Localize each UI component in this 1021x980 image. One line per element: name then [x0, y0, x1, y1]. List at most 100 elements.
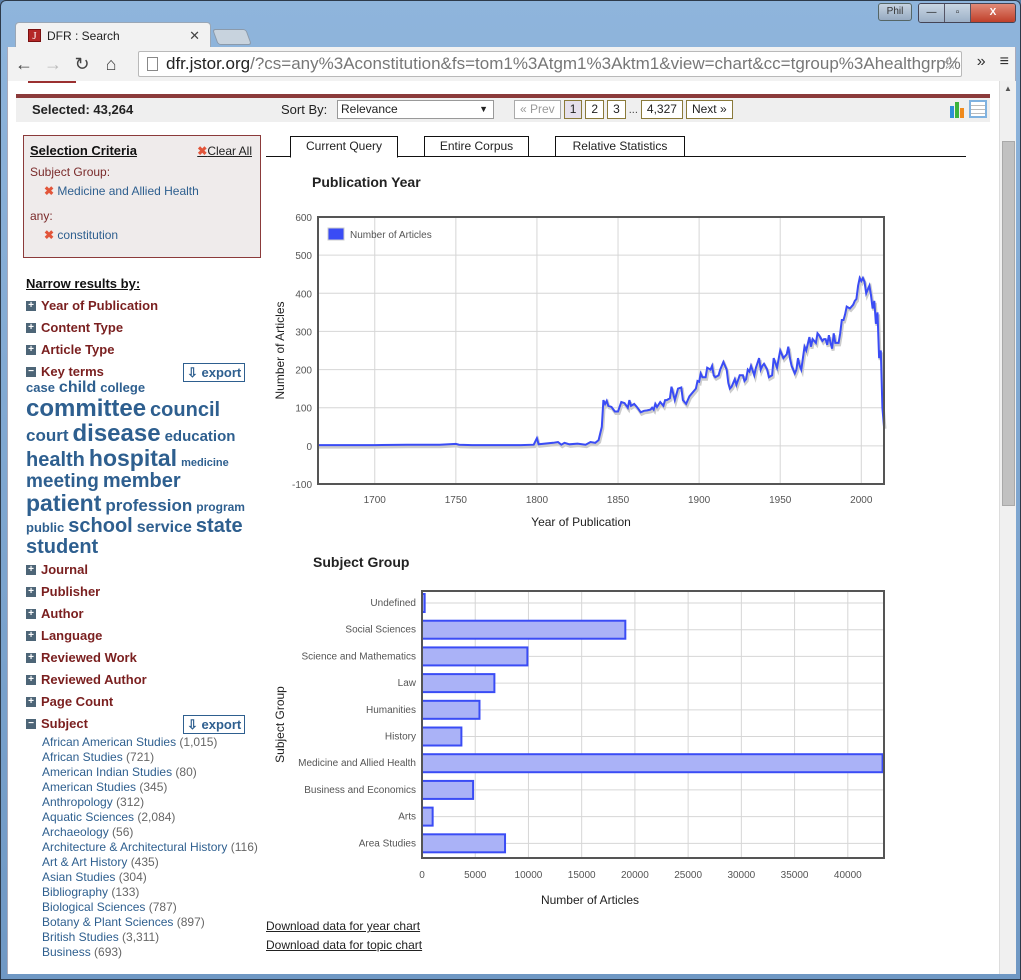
- criteria-subject-group-value: Medicine and Allied Health: [57, 184, 199, 198]
- tab-relative-statistics[interactable]: Relative Statistics: [555, 136, 685, 157]
- subject-list-item[interactable]: American Studies (345): [42, 780, 262, 795]
- key-term-link[interactable]: college: [100, 381, 145, 394]
- x-tick-label: 30000: [727, 870, 755, 881]
- subject-name: Business: [42, 945, 95, 959]
- facet-article-type[interactable]: + Article Type: [26, 342, 114, 357]
- bookmark-star-icon[interactable]: ☆: [942, 53, 958, 74]
- key-term-link[interactable]: public: [26, 521, 64, 534]
- facet-publisher[interactable]: + Publisher: [26, 584, 100, 599]
- address-bar[interactable]: dfr.jstor.org /?cs=any%3Aconstitution&fs…: [138, 51, 962, 77]
- download-year-data-link[interactable]: Download data for year chart: [266, 919, 420, 933]
- key-term-link[interactable]: medicine: [181, 458, 229, 469]
- home-icon[interactable]: ⌂: [98, 54, 124, 75]
- category-label: Science and Mathematics: [301, 651, 416, 662]
- results-bar: [16, 98, 990, 122]
- subject-list-item[interactable]: Biological Sciences (787): [42, 900, 262, 915]
- close-tab-icon[interactable]: ✕: [189, 28, 200, 44]
- facet-subject[interactable]: − Subject: [26, 716, 88, 731]
- key-term-link[interactable]: disease: [73, 422, 161, 446]
- criteria-any[interactable]: ✖ constitution: [44, 228, 118, 242]
- chart-view-icon[interactable]: [949, 100, 965, 118]
- page-1-button[interactable]: 1: [563, 100, 583, 119]
- subject-list-item[interactable]: Anthropology (312): [42, 795, 262, 810]
- subject-list-item[interactable]: Botany & Plant Sciences (897): [42, 915, 262, 930]
- subject-list-item[interactable]: Business (693): [42, 945, 262, 960]
- new-tab-button[interactable]: [212, 29, 252, 45]
- browser-tab[interactable]: J DFR : Search ✕: [15, 22, 211, 48]
- facet-reviewed-author[interactable]: + Reviewed Author: [26, 672, 147, 687]
- subject-list-item[interactable]: Bibliography (133): [42, 885, 262, 900]
- key-term-link[interactable]: child: [59, 380, 96, 396]
- key-term-link[interactable]: student: [26, 537, 98, 557]
- facet-language[interactable]: + Language: [26, 628, 102, 643]
- key-term-link[interactable]: committee: [26, 397, 146, 421]
- prev-page-button[interactable]: « Prev: [514, 100, 561, 119]
- tab-entire-corpus[interactable]: Entire Corpus: [424, 136, 529, 157]
- minimize-button[interactable]: —: [919, 4, 945, 22]
- remove-icon[interactable]: ✖: [44, 184, 57, 198]
- subject-list-item[interactable]: African Studies (721): [42, 750, 262, 765]
- key-term-link[interactable]: school: [68, 516, 132, 536]
- key-term-link[interactable]: profession: [105, 497, 192, 514]
- subject-count: (721): [126, 750, 155, 764]
- key-term-link[interactable]: health: [26, 450, 85, 470]
- subject-list-item[interactable]: Aquatic Sciences (2,084): [42, 810, 262, 825]
- download-topic-data-link[interactable]: Download data for topic chart: [266, 938, 422, 952]
- maximize-button[interactable]: ▫: [945, 4, 971, 22]
- profile-button[interactable]: Phil: [878, 3, 912, 21]
- key-term-link[interactable]: patient: [26, 492, 101, 515]
- sort-select[interactable]: Relevance ▼: [337, 100, 494, 119]
- facet-journal[interactable]: + Journal: [26, 562, 88, 577]
- key-term-link[interactable]: program: [196, 501, 245, 513]
- subject-name: African Studies: [42, 750, 127, 764]
- forward-icon[interactable]: →: [40, 54, 66, 75]
- page-3-button[interactable]: 3: [607, 100, 626, 119]
- scrollbar-thumb[interactable]: [1002, 141, 1015, 506]
- next-page-button[interactable]: Next »: [685, 100, 733, 119]
- reload-icon[interactable]: ↻: [69, 54, 95, 75]
- facet-reviewed-work[interactable]: + Reviewed Work: [26, 650, 137, 665]
- dropdown-arrow-icon: ▼: [479, 104, 488, 114]
- key-term-link[interactable]: education: [165, 429, 236, 444]
- subject-list-item[interactable]: British Studies (3,311): [42, 930, 262, 945]
- facet-key-terms[interactable]: − Key terms: [26, 364, 104, 379]
- close-window-button[interactable]: X: [971, 4, 1015, 22]
- key-term-link[interactable]: member: [103, 471, 181, 491]
- key-term-link[interactable]: state: [196, 516, 243, 536]
- facet-author[interactable]: + Author: [26, 606, 84, 621]
- criteria-any-value: constitution: [57, 228, 119, 242]
- hamburger-menu-icon[interactable]: ≡: [1000, 53, 1009, 71]
- list-view-icon[interactable]: [969, 100, 987, 118]
- tab-current-query[interactable]: Current Query: [290, 136, 398, 158]
- subject-list-item[interactable]: American Indian Studies (80): [42, 765, 262, 780]
- key-term-link[interactable]: case: [26, 381, 55, 394]
- key-term-link[interactable]: hospital: [89, 447, 177, 470]
- vertical-scrollbar[interactable]: ▲: [999, 81, 1016, 974]
- extensions-overflow-icon[interactable]: »: [977, 53, 986, 71]
- subject-count: (80): [175, 765, 197, 779]
- key-term-link[interactable]: council: [150, 400, 220, 420]
- subject-list-item[interactable]: Asian Studies (304): [42, 870, 262, 885]
- facet-page-count[interactable]: + Page Count: [26, 694, 113, 709]
- subject-list-item[interactable]: Archaeology (56): [42, 825, 262, 840]
- criteria-subject-group[interactable]: ✖ Medicine and Allied Health: [44, 184, 199, 198]
- scroll-up-icon[interactable]: ▲: [1004, 84, 1012, 93]
- category-label: Business and Economics: [304, 785, 416, 796]
- clear-all-link[interactable]: ✖Clear All: [197, 144, 252, 158]
- expand-icon: +: [26, 652, 36, 663]
- tab-title: DFR : Search: [47, 28, 120, 43]
- key-term-link[interactable]: court: [26, 427, 69, 444]
- subject-count: (1,015): [179, 735, 218, 749]
- remove-icon[interactable]: ✖: [44, 228, 57, 242]
- key-term-link[interactable]: service: [137, 520, 192, 536]
- subject-list-item[interactable]: Architecture & Architectural History (11…: [42, 840, 262, 855]
- subject-list-item[interactable]: Art & Art History (435): [42, 855, 262, 870]
- subject-list-item[interactable]: African American Studies (1,015): [42, 735, 262, 750]
- page-2-button[interactable]: 2: [585, 100, 605, 119]
- facet-content-type[interactable]: + Content Type: [26, 320, 123, 335]
- key-term-link[interactable]: meeting: [26, 472, 99, 491]
- back-icon[interactable]: ←: [11, 54, 37, 75]
- facet-year-of-publication[interactable]: + Year of Publication: [26, 298, 158, 313]
- last-page-button[interactable]: 4,327: [640, 100, 683, 119]
- export-subject-button[interactable]: ⇩ export: [183, 715, 246, 734]
